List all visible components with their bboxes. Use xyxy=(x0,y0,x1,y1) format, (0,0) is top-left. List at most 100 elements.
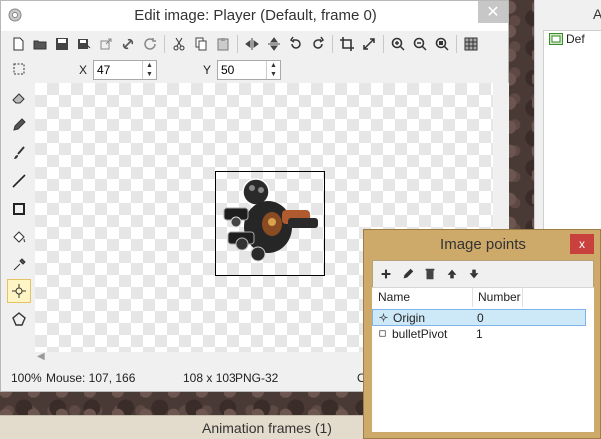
zoom-fit-icon xyxy=(435,37,449,51)
x-label: X xyxy=(79,63,88,77)
y-label: Y xyxy=(203,63,212,77)
rotate-ccw-button[interactable] xyxy=(285,33,307,55)
pencil-tool[interactable] xyxy=(7,113,31,137)
new-file-icon xyxy=(13,37,24,51)
image-point-row[interactable]: bulletPivot 1 xyxy=(372,326,586,343)
cut-icon xyxy=(173,37,185,51)
line-icon xyxy=(12,174,26,188)
x-spinbox[interactable]: ▲▼ xyxy=(93,60,157,80)
polygon-collision-icon xyxy=(12,312,26,326)
image-point-row[interactable]: Origin 0 xyxy=(372,309,586,326)
toolbar-separator xyxy=(383,35,384,53)
grid-icon xyxy=(464,37,478,51)
open-folder-button[interactable] xyxy=(29,33,51,55)
save-as-icon xyxy=(78,39,91,49)
x-up-arrow-icon[interactable]: ▲ xyxy=(143,61,156,70)
image-points-toolbar xyxy=(376,263,484,285)
drawing-tools-column xyxy=(3,57,35,367)
flip-vertical-button[interactable] xyxy=(263,33,285,55)
edit-point-button[interactable] xyxy=(398,263,418,285)
x-down-arrow-icon[interactable]: ▼ xyxy=(143,70,156,79)
move-down-point-button[interactable] xyxy=(464,263,484,285)
resize-button[interactable] xyxy=(358,33,380,55)
player-sprite xyxy=(223,178,318,262)
zoom-fit-button[interactable] xyxy=(431,33,453,55)
image-points-icon xyxy=(12,284,26,298)
move-up-point-button[interactable] xyxy=(442,263,462,285)
cut-button[interactable] xyxy=(168,33,190,55)
zoom-in-button[interactable] xyxy=(387,33,409,55)
eraser-tool[interactable] xyxy=(7,85,31,109)
export-button[interactable] xyxy=(95,33,117,55)
resize-icon xyxy=(363,38,375,50)
coordinate-row: X ▲▼ Y ▲▼ xyxy=(31,58,281,82)
image-point-name: bulletPivot xyxy=(392,327,448,341)
toolbar-separator xyxy=(164,35,165,53)
polygon-collision-tool[interactable] xyxy=(7,307,31,331)
fill-bucket-tool[interactable] xyxy=(7,225,31,249)
edit-window-close-button[interactable]: ✕ xyxy=(478,1,508,23)
flip-horizontal-button[interactable] xyxy=(241,33,263,55)
point-square-icon xyxy=(379,330,386,337)
y-input[interactable] xyxy=(218,61,266,79)
rotate-cw-button[interactable] xyxy=(307,33,329,55)
delete-icon xyxy=(425,268,435,280)
paste-icon xyxy=(217,38,229,51)
rotate-ccw-icon xyxy=(289,36,301,49)
rotate-cw-icon xyxy=(313,36,325,49)
new-file-button[interactable] xyxy=(7,33,29,55)
status-mouse: Mouse: 107, 166 xyxy=(46,371,136,385)
image-points-close-button[interactable]: x xyxy=(570,234,594,254)
zoom-out-button[interactable] xyxy=(409,33,431,55)
background-panel-title: A xyxy=(593,6,601,22)
image-points-title: Image points xyxy=(440,236,526,253)
fill-bucket-icon xyxy=(13,231,26,243)
brush-tool[interactable] xyxy=(7,141,31,165)
image-points-tool[interactable] xyxy=(7,279,31,303)
zoom-in-icon xyxy=(391,37,405,51)
column-divider[interactable] xyxy=(522,287,523,307)
crop-icon xyxy=(340,37,354,51)
image-point-number: 1 xyxy=(476,327,483,341)
column-header-name[interactable]: Name xyxy=(378,290,410,304)
rectangle-icon xyxy=(13,203,25,215)
copy-icon xyxy=(195,37,207,51)
add-point-button[interactable] xyxy=(376,263,396,285)
pencil-icon xyxy=(13,118,26,131)
rectangle-select-icon xyxy=(13,63,25,75)
animation-frames-label: Animation frames (1) xyxy=(202,419,332,436)
line-tool[interactable] xyxy=(7,169,31,193)
link-icon xyxy=(122,38,134,50)
image-points-header: Name Number xyxy=(372,287,594,307)
crop-button[interactable] xyxy=(336,33,358,55)
save-as-button[interactable] xyxy=(73,33,95,55)
grid-button[interactable] xyxy=(460,33,482,55)
open-folder-icon xyxy=(33,40,47,50)
background-list-item[interactable]: Def xyxy=(549,32,585,46)
delete-point-button[interactable] xyxy=(420,263,440,285)
x-input[interactable] xyxy=(94,61,142,79)
edit-toolbar xyxy=(1,31,508,57)
flip-horizontal-icon xyxy=(245,38,259,50)
color-picker-tool[interactable] xyxy=(7,253,31,277)
add-icon xyxy=(381,269,391,279)
move-down-icon xyxy=(469,269,479,279)
copy-button[interactable] xyxy=(190,33,212,55)
image-points-window: Image points x Name Number Origin 0 bullet… xyxy=(363,229,601,439)
refresh-button[interactable] xyxy=(139,33,161,55)
paste-button[interactable] xyxy=(212,33,234,55)
column-header-number[interactable]: Number xyxy=(478,290,521,304)
rectangle-tool[interactable] xyxy=(7,197,31,221)
status-format: PNG-32 xyxy=(235,371,279,385)
link-button[interactable] xyxy=(117,33,139,55)
y-down-arrow-icon[interactable]: ▼ xyxy=(267,70,280,79)
y-spinbox[interactable]: ▲▼ xyxy=(217,60,281,80)
column-divider[interactable] xyxy=(472,287,473,307)
save-button[interactable] xyxy=(51,33,73,55)
y-up-arrow-icon[interactable]: ▲ xyxy=(267,61,280,70)
origin-crosshair-icon xyxy=(379,313,388,322)
rectangle-select-tool[interactable] xyxy=(7,57,31,81)
scroll-left-arrow-icon[interactable]: ◀ xyxy=(37,351,45,362)
save-icon xyxy=(56,38,68,50)
toolbar-separator xyxy=(456,35,457,53)
